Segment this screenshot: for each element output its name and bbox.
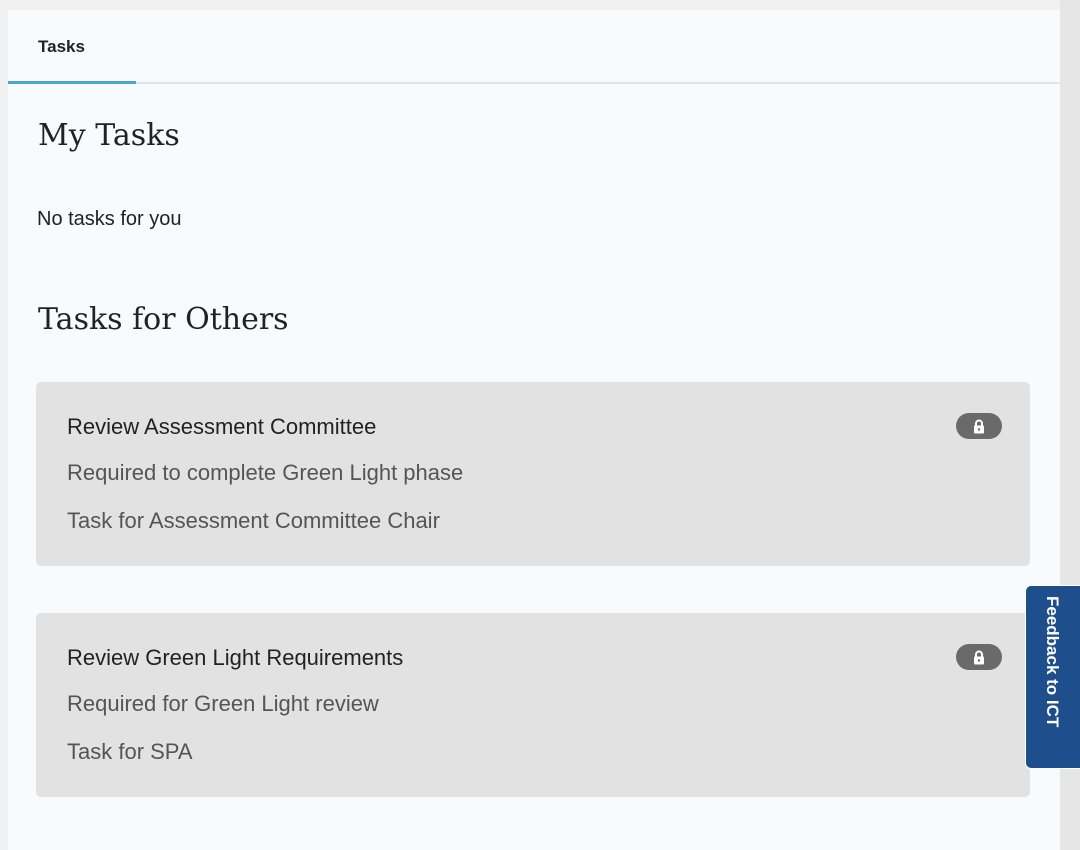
active-tab-indicator: [8, 81, 136, 84]
lock-icon: [974, 419, 984, 433]
task-requirement: Required for Green Light review: [67, 691, 379, 716]
task-card-review-assessment-committee[interactable]: Review Assessment Committee Required to …: [36, 382, 1030, 566]
my-tasks-heading: My Tasks: [38, 118, 180, 153]
task-requirement: Required to complete Green Light phase: [67, 460, 464, 485]
tab-tasks-label: Tasks: [38, 37, 85, 56]
tasks-panel: Tasks My Tasks No tasks for you Tasks fo…: [8, 10, 1060, 850]
lock-badge: [956, 413, 1002, 439]
lock-badge: [956, 644, 1002, 670]
task-title: Review Green Light Requirements: [67, 645, 404, 670]
tasks-for-others-heading: Tasks for Others: [38, 302, 289, 337]
tab-tasks[interactable]: Tasks: [8, 10, 136, 84]
task-title: Review Assessment Committee: [67, 414, 377, 439]
task-assignee: Task for Assessment Committee Chair: [67, 508, 440, 533]
feedback-to-ict-button[interactable]: Feedback to ICT: [1025, 585, 1080, 769]
task-assignee: Task for SPA: [67, 739, 193, 764]
lock-icon: [974, 650, 984, 664]
task-card-review-green-light-requirements[interactable]: Review Green Light Requirements Required…: [36, 613, 1030, 797]
top-strip: [0, 0, 1060, 10]
feedback-label: Feedback to ICT: [1043, 596, 1062, 728]
no-tasks-message: No tasks for you: [37, 208, 182, 230]
tab-bar: Tasks: [8, 10, 1060, 84]
